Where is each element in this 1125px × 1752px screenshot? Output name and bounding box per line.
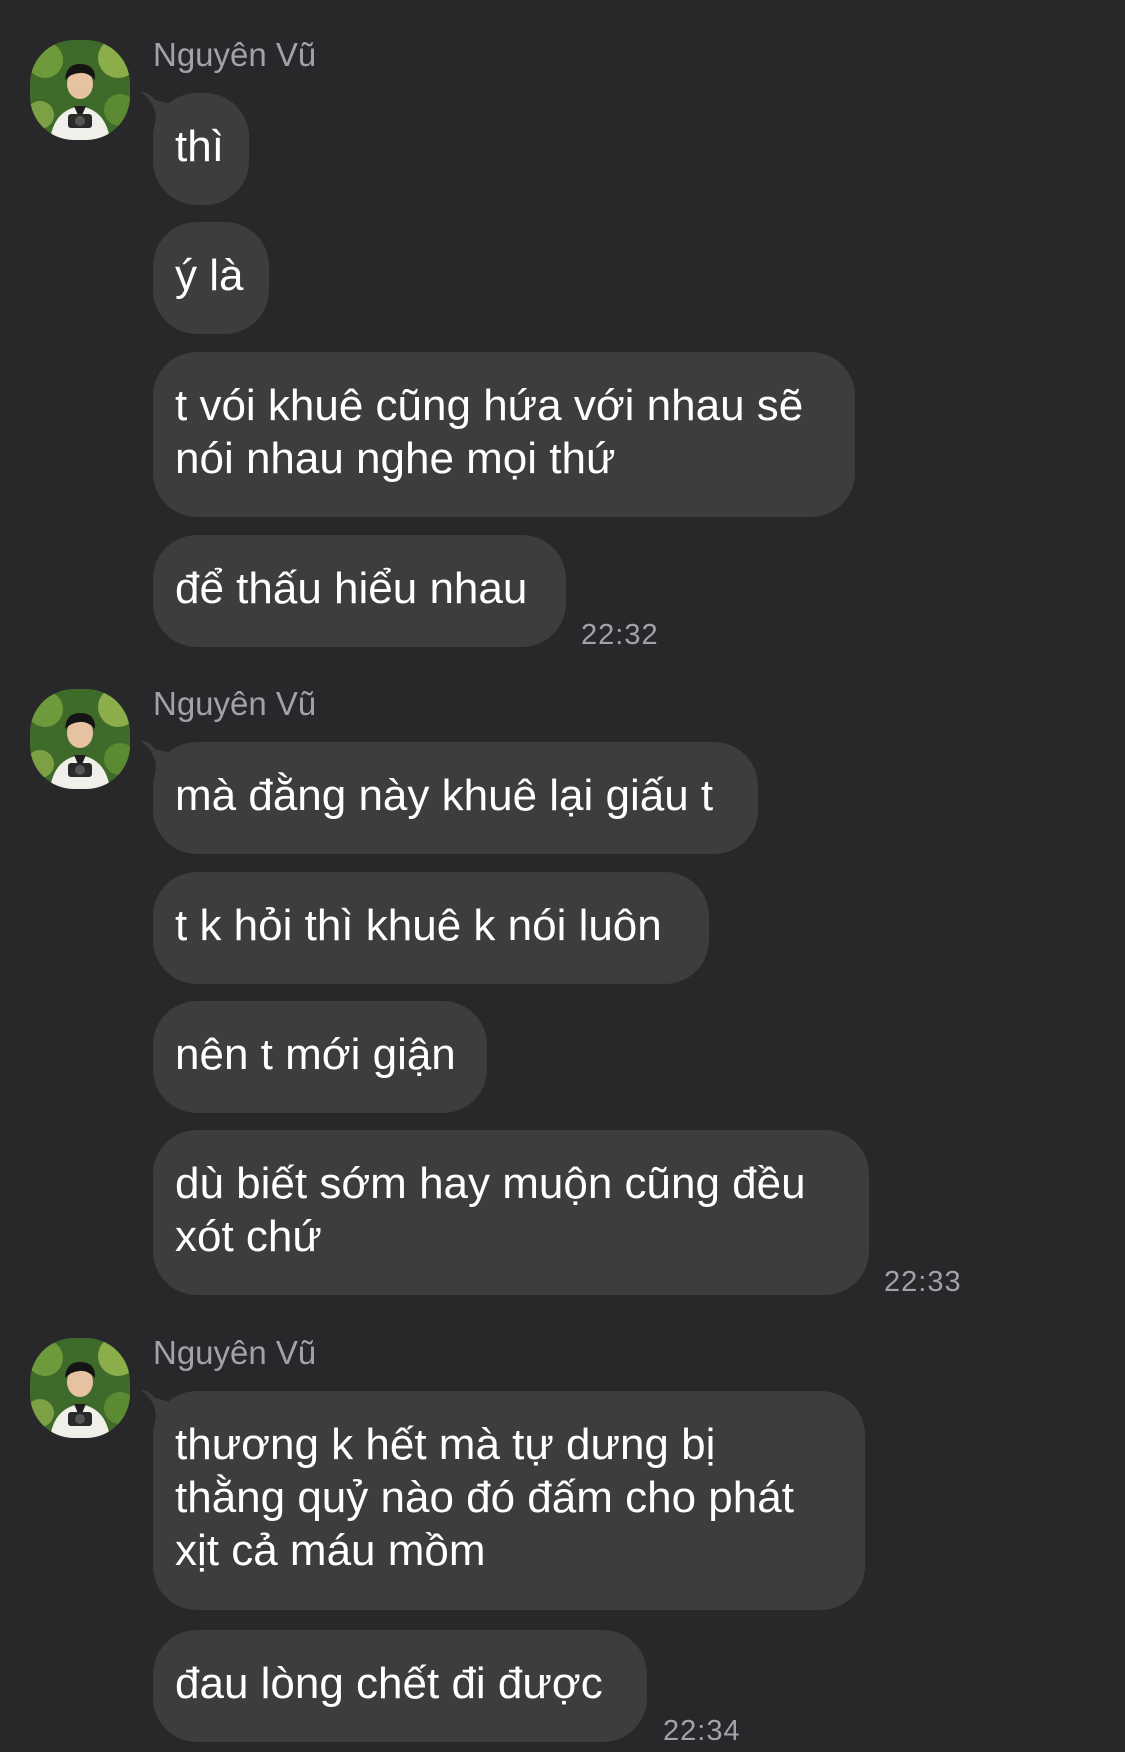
sender-name: Nguyên Vũ [153, 1334, 317, 1371]
message-bubble[interactable]: dù biết sớm hay muộn cũng đều xót chứ [153, 1130, 869, 1295]
avatar[interactable] [30, 689, 130, 789]
message-bubble[interactable]: ý là [153, 222, 269, 334]
message-bubble[interactable]: t k hỏi thì khuê k nói luôn [153, 872, 709, 984]
avatar[interactable] [30, 1338, 130, 1438]
avatar-photo-icon [30, 40, 130, 140]
message-timestamp: 22:34 [663, 1715, 741, 1747]
message-bubble[interactable]: mà đằng này khuê lại giấu t [153, 742, 758, 854]
message-timestamp: 22:32 [581, 619, 659, 651]
message-timestamp: 22:33 [884, 1266, 962, 1298]
message-bubble[interactable]: nên t mới giận [153, 1001, 487, 1113]
sender-name: Nguyên Vũ [153, 685, 317, 722]
avatar-photo-icon [30, 689, 130, 789]
sender-name: Nguyên Vũ [153, 36, 317, 73]
avatar[interactable] [30, 40, 130, 140]
message-bubble[interactable]: t vói khuê cũng hứa với nhau sẽ nói nhau… [153, 352, 855, 517]
message-bubble[interactable]: thì [153, 93, 249, 205]
message-bubble[interactable]: để thấu hiểu nhau [153, 535, 566, 647]
message-bubble[interactable]: đau lòng chết đi được [153, 1630, 647, 1742]
avatar-photo-icon [30, 1338, 130, 1438]
message-bubble[interactable]: thương k hết mà tự dưng bị thằng quỷ nào… [153, 1391, 865, 1610]
